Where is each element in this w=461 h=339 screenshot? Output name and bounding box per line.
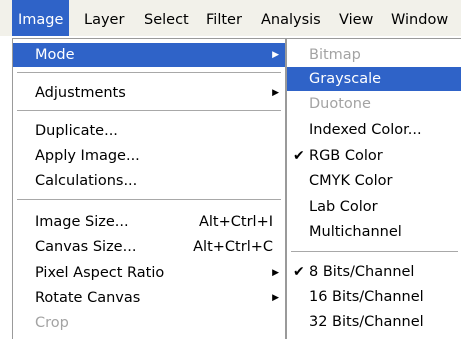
submenu-item-32-bits[interactable]: 32 Bits/Channel bbox=[287, 310, 461, 334]
menu-item-pixel-aspect-ratio[interactable]: Pixel Aspect Ratio ▶ bbox=[13, 261, 285, 285]
menu-filter[interactable]: Filter bbox=[200, 0, 248, 36]
image-menu-dropdown: Mode ▶ Adjustments ▶ Duplicate... Apply … bbox=[12, 38, 286, 339]
menu-item-label: 32 Bits/Channel bbox=[309, 314, 424, 330]
menu-item-label: Pixel Aspect Ratio bbox=[35, 265, 165, 281]
menu-item-label: Duplicate... bbox=[35, 123, 118, 139]
menu-item-label: Multichannel bbox=[309, 224, 402, 240]
menu-item-crop: Crop bbox=[13, 311, 285, 335]
menu-item-label: Bitmap bbox=[309, 47, 361, 63]
menu-image[interactable]: Image bbox=[12, 0, 70, 36]
submenu-item-duotone: Duotone bbox=[287, 92, 461, 116]
menu-item-duplicate[interactable]: Duplicate... bbox=[13, 119, 285, 143]
submenu-item-rgb-color[interactable]: ✔ RGB Color bbox=[287, 144, 461, 168]
submenu-item-16-bits[interactable]: 16 Bits/Channel bbox=[287, 285, 461, 309]
submenu-arrow-icon: ▶ bbox=[272, 268, 279, 278]
menu-item-label: Indexed Color... bbox=[309, 122, 422, 138]
menu-separator bbox=[17, 199, 281, 200]
menu-item-label: 8 Bits/Channel bbox=[309, 264, 415, 280]
menu-bar: Image Layer Select Filter Analysis View … bbox=[0, 0, 461, 36]
menu-item-rotate-canvas[interactable]: Rotate Canvas ▶ bbox=[13, 286, 285, 310]
menu-item-label: Crop bbox=[35, 315, 69, 331]
checkmark-icon: ✔ bbox=[293, 264, 305, 280]
menu-item-canvas-size[interactable]: Canvas Size... Alt+Ctrl+C bbox=[13, 235, 285, 259]
menu-item-label: Image Size... bbox=[35, 214, 129, 230]
menu-item-calculations[interactable]: Calculations... bbox=[13, 169, 285, 193]
menu-item-mode[interactable]: Mode ▶ bbox=[13, 43, 285, 67]
submenu-item-multichannel[interactable]: Multichannel bbox=[287, 220, 461, 244]
menu-item-label: Lab Color bbox=[309, 199, 378, 215]
submenu-arrow-icon: ▶ bbox=[272, 88, 279, 98]
menu-analysis[interactable]: Analysis bbox=[255, 0, 327, 36]
menu-separator bbox=[291, 251, 458, 252]
submenu-item-indexed-color[interactable]: Indexed Color... bbox=[287, 118, 461, 142]
menu-item-label: RGB Color bbox=[309, 148, 383, 164]
menu-item-label: Mode bbox=[35, 47, 75, 63]
submenu-item-cmyk-color[interactable]: CMYK Color bbox=[287, 169, 461, 193]
submenu-item-bitmap: Bitmap bbox=[287, 43, 461, 67]
menu-item-label: 16 Bits/Channel bbox=[309, 289, 424, 305]
menu-item-image-size[interactable]: Image Size... Alt+Ctrl+I bbox=[13, 210, 285, 234]
menu-separator bbox=[17, 72, 281, 73]
menu-item-label: Apply Image... bbox=[35, 148, 140, 164]
menu-item-shortcut: Alt+Ctrl+C bbox=[193, 239, 273, 255]
menu-item-label: Duotone bbox=[309, 96, 371, 112]
menu-item-adjustments[interactable]: Adjustments ▶ bbox=[13, 81, 285, 105]
menu-select[interactable]: Select bbox=[138, 0, 195, 36]
submenu-arrow-icon: ▶ bbox=[272, 50, 279, 60]
menu-layer[interactable]: Layer bbox=[78, 0, 130, 36]
menu-window[interactable]: Window bbox=[385, 0, 454, 36]
mode-submenu: Bitmap Grayscale Duotone Indexed Color..… bbox=[286, 38, 461, 339]
menu-item-label: Rotate Canvas bbox=[35, 290, 141, 306]
menu-item-label: CMYK Color bbox=[309, 173, 393, 189]
submenu-item-grayscale[interactable]: Grayscale bbox=[287, 67, 461, 91]
menu-item-label: Adjustments bbox=[35, 85, 126, 101]
submenu-arrow-icon: ▶ bbox=[272, 293, 279, 303]
menu-item-label: Canvas Size... bbox=[35, 239, 137, 255]
menu-item-label: Calculations... bbox=[35, 173, 138, 189]
menu-item-label: Grayscale bbox=[309, 71, 382, 87]
menu-item-apply-image[interactable]: Apply Image... bbox=[13, 144, 285, 168]
submenu-item-8-bits[interactable]: ✔ 8 Bits/Channel bbox=[287, 260, 461, 284]
menu-item-shortcut: Alt+Ctrl+I bbox=[198, 214, 273, 230]
menu-separator bbox=[17, 110, 281, 111]
menu-view[interactable]: View bbox=[333, 0, 379, 36]
submenu-item-lab-color[interactable]: Lab Color bbox=[287, 195, 461, 219]
checkmark-icon: ✔ bbox=[293, 148, 305, 164]
